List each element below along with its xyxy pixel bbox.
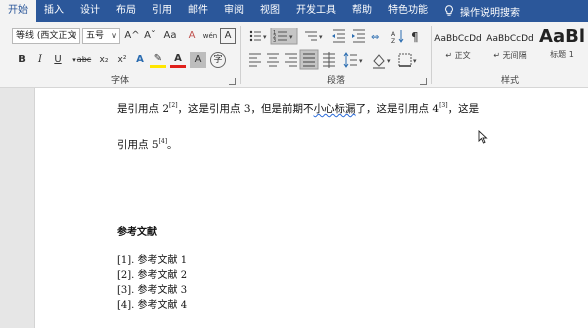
document-canvas[interactable]: 是引用点 2[2]，这是引用点 3，但是前期不小心标漏了，这是引用点 4[3]，… — [0, 88, 588, 328]
shading-icon[interactable]: ▾ — [373, 54, 391, 69]
font-size-select[interactable]: 五号 ∨ — [82, 28, 120, 44]
body-paragraph-line-1[interactable]: 是引用点 2[2]，这是引用点 3，但是前期不小心标漏了，这是引用点 4[3]，… — [117, 101, 479, 116]
reference-item[interactable]: [1]. 参考文献 1 — [117, 251, 187, 266]
font-color-button[interactable]: A — [170, 52, 186, 68]
svg-text:▾: ▾ — [319, 33, 323, 41]
text-run: 了，这是引用点 4 — [355, 103, 440, 115]
enclose-characters-button[interactable]: 字 — [210, 52, 226, 68]
paragraph-group: ▾ 1 2 3 ▾ ▾ ⇔ A Z ¶ ▾ ▾ ▾ 段落 — [241, 22, 431, 88]
tab-references[interactable]: 引用 — [144, 0, 180, 22]
align-left-icon[interactable] — [249, 53, 261, 67]
font-dialog-launcher-icon[interactable] — [229, 78, 236, 85]
phonetic-guide-button[interactable]: wén — [202, 28, 218, 44]
chevron-down-icon: ∨ — [71, 31, 77, 40]
character-border-button[interactable]: A — [220, 28, 236, 44]
distributed-icon[interactable] — [323, 52, 335, 68]
chinese-layout-icon[interactable]: ⇔ — [371, 32, 379, 43]
tab-help[interactable]: 帮助 — [344, 0, 380, 22]
font-group: 等线 (西文正文 ∨ 五号 ∨ A^ Aˇ Aa A wén A B I U ▾… — [0, 22, 240, 88]
document-page[interactable]: 是引用点 2[2]，这是引用点 3，但是前期不小心标漏了，这是引用点 4[3]，… — [34, 88, 588, 328]
subscript-button[interactable]: x₂ — [96, 52, 112, 68]
svg-text:⇔: ⇔ — [371, 32, 379, 43]
tab-special-features[interactable]: 特色功能 — [380, 0, 436, 22]
grow-font-button[interactable]: A^ — [124, 28, 140, 44]
align-center-icon[interactable] — [267, 53, 279, 67]
tell-me-label: 操作说明搜索 — [460, 7, 520, 19]
character-shading-button[interactable]: A — [190, 52, 206, 68]
svg-text:▾: ▾ — [359, 57, 363, 65]
tell-me-search[interactable]: 操作说明搜索 — [436, 4, 520, 19]
reference-item[interactable]: [2]. 参考文献 2 — [117, 266, 187, 281]
show-formatting-marks-icon[interactable]: ¶ — [411, 30, 419, 44]
clear-formatting-button[interactable]: A — [184, 28, 200, 44]
bullets-icon[interactable] — [249, 30, 261, 42]
tab-developer[interactable]: 开发工具 — [288, 0, 344, 22]
tab-view[interactable]: 视图 — [252, 0, 288, 22]
sort-icon[interactable]: AZ — [391, 30, 404, 45]
references-heading[interactable]: 参考文献 — [117, 223, 157, 238]
text-run: ，这是引用点 3，但是前期不 — [177, 103, 314, 115]
increase-indent-icon[interactable] — [352, 29, 365, 43]
svg-text:▾: ▾ — [289, 33, 293, 41]
grammar-flag[interactable]: 小心标漏 — [314, 103, 356, 115]
highlight-color-button[interactable]: ✎ — [150, 52, 166, 68]
text-effects-button[interactable]: A — [132, 52, 148, 68]
svg-text:¶: ¶ — [411, 30, 419, 44]
ribbon-tab-bar: 开始 插入 设计 布局 引用 邮件 审阅 视图 开发工具 帮助 特色功能 操作说… — [0, 0, 588, 22]
font-size-value: 五号 — [86, 31, 105, 41]
align-right-icon[interactable] — [285, 53, 297, 67]
font-family-value: 等线 (西文正文 — [16, 31, 77, 41]
tab-home[interactable]: 开始 — [0, 0, 36, 22]
bold-button[interactable]: B — [14, 52, 30, 68]
tab-design[interactable]: 设计 — [72, 0, 108, 22]
font-family-select[interactable]: 等线 (西文正文 ∨ — [12, 28, 80, 44]
svg-text:A: A — [391, 31, 396, 38]
tab-mailings[interactable]: 邮件 — [180, 0, 216, 22]
svg-text:Z: Z — [391, 38, 395, 45]
reference-item[interactable]: [4]. 参考文献 4 — [117, 296, 187, 311]
citation-mark: [2] — [169, 102, 178, 109]
numbering-icon[interactable]: 1 2 3 ▾ — [270, 28, 298, 45]
citation-mark: [4] — [158, 138, 168, 145]
svg-text:▾: ▾ — [387, 57, 391, 65]
underline-button[interactable]: U — [50, 52, 66, 68]
paragraph-group-label: 段落 — [326, 76, 345, 86]
borders-icon[interactable]: ▾ — [398, 53, 417, 67]
text-run: 引用点 5 — [117, 139, 159, 151]
decrease-indent-icon[interactable] — [332, 29, 345, 43]
tab-insert[interactable]: 插入 — [36, 0, 72, 22]
justify-icon[interactable] — [299, 49, 319, 70]
change-case-button[interactable]: Aa — [162, 28, 178, 44]
italic-button[interactable]: I — [32, 52, 48, 68]
reference-item[interactable]: [3]. 参考文献 3 — [117, 281, 187, 296]
tab-review[interactable]: 审阅 — [216, 0, 252, 22]
superscript-button[interactable]: x² — [114, 52, 130, 68]
chevron-down-icon: ∨ — [111, 31, 117, 40]
styles-group: 样式 — [432, 22, 588, 88]
styles-group-label: 样式 — [500, 76, 519, 86]
line-spacing-icon[interactable]: ▾ — [343, 52, 363, 68]
mouse-pointer-icon — [478, 130, 488, 144]
paragraph-dialog-launcher-icon[interactable] — [420, 78, 427, 85]
chevron-down-icon: ▾ — [263, 33, 267, 41]
font-group-label: 字体 — [110, 76, 129, 86]
ribbon: 等线 (西文正文 ∨ 五号 ∨ A^ Aˇ Aa A wén A B I U ▾… — [0, 22, 588, 88]
citation-mark: [3] — [439, 102, 448, 109]
multilevel-list-icon[interactable]: ▾ — [305, 31, 323, 41]
svg-text:3: 3 — [273, 38, 276, 44]
strikethrough-button[interactable]: abc — [76, 52, 92, 68]
text-run: ，这是 — [447, 103, 480, 115]
text-run: 。 — [167, 139, 178, 151]
shrink-font-button[interactable]: Aˇ — [142, 28, 158, 44]
body-paragraph-line-2[interactable]: 引用点 5[4]。 — [117, 137, 178, 152]
paragraph-tools: ▾ 1 2 3 ▾ ▾ ⇔ AZ ¶ ▾ ▾ ▾ — [249, 28, 419, 70]
lightbulb-icon — [445, 5, 453, 16]
svg-text:▾: ▾ — [413, 57, 417, 65]
text-run: 是引用点 2 — [117, 103, 170, 115]
tab-layout[interactable]: 布局 — [108, 0, 144, 22]
